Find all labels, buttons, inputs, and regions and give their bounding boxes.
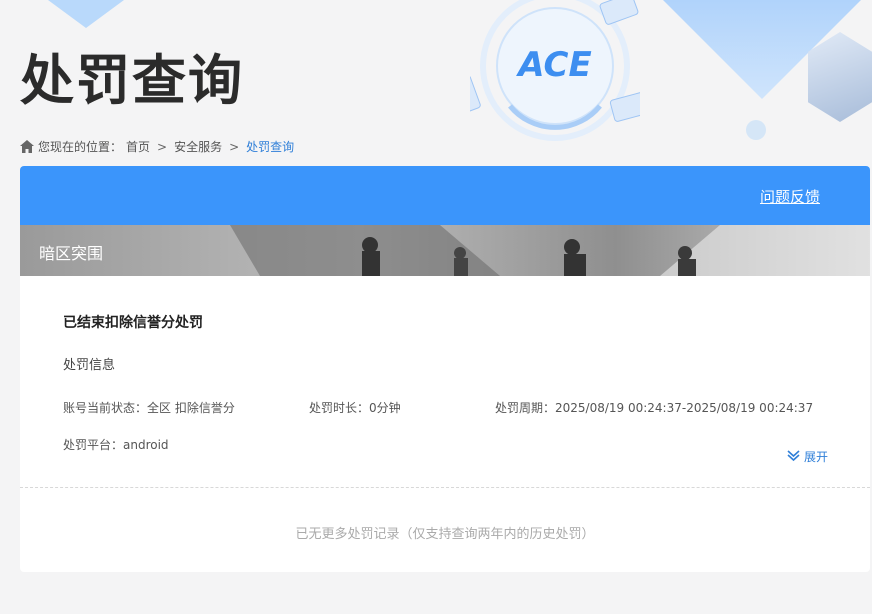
penalty-period: 处罚周期：2025/08/19 00:24:37-2025/08/19 00:2…: [495, 401, 814, 415]
penalty-record: 已结束扣除信誉分处罚 处罚信息 账号当前状态：全区 扣除信誉分 处罚时长：0分钟…: [20, 276, 870, 488]
penalty-card: 问题反馈 暗区突围 已结束扣除信誉分处罚 处罚信息 账号当前状态：全区 扣除信誉…: [20, 166, 870, 572]
page-title: 处罚查询: [20, 49, 244, 112]
expand-button[interactable]: 展开: [787, 448, 828, 465]
game-banner: 暗区突围: [20, 225, 870, 276]
record-section-label: 处罚信息: [63, 358, 116, 373]
breadcrumb-separator: >: [229, 139, 240, 154]
breadcrumb-prefix: 您现在的位置：: [38, 140, 123, 154]
penalty-duration: 处罚时长：0分钟: [309, 401, 401, 415]
logo-text: ACE: [515, 45, 591, 85]
breadcrumb-separator: >: [157, 139, 168, 154]
no-more-records-note: 已无更多处罚记录（仅支持查询两年内的历史处罚）: [295, 527, 595, 542]
record-title: 已结束扣除信誉分处罚: [63, 315, 203, 331]
home-icon: [20, 140, 34, 153]
breadcrumb-security[interactable]: 安全服务: [174, 138, 222, 155]
account-status: 账号当前状态：全区 扣除信誉分: [63, 401, 235, 415]
decorative-triangle: [48, 0, 124, 28]
breadcrumb-current[interactable]: 处罚查询: [246, 138, 294, 155]
breadcrumb-home[interactable]: 首页: [126, 138, 150, 155]
ace-logo: ACE: [470, 0, 640, 141]
card-header: 问题反馈: [20, 166, 870, 225]
character-portrait: [808, 32, 872, 122]
double-chevron-down-icon: [787, 449, 800, 465]
feedback-link[interactable]: 问题反馈: [760, 186, 820, 207]
record-details-row: 账号当前状态：全区 扣除信誉分 处罚时长：0分钟 处罚周期：2025/08/19…: [63, 399, 827, 416]
game-name: 暗区突围: [39, 244, 104, 263]
banner-image: [230, 225, 870, 276]
expand-label: 展开: [803, 450, 828, 464]
breadcrumb: 您现在的位置： 首页 > 安全服务 > 处罚查询: [20, 138, 294, 155]
penalty-platform: 处罚平台：android: [63, 438, 169, 452]
decorative-dot: [746, 120, 766, 140]
